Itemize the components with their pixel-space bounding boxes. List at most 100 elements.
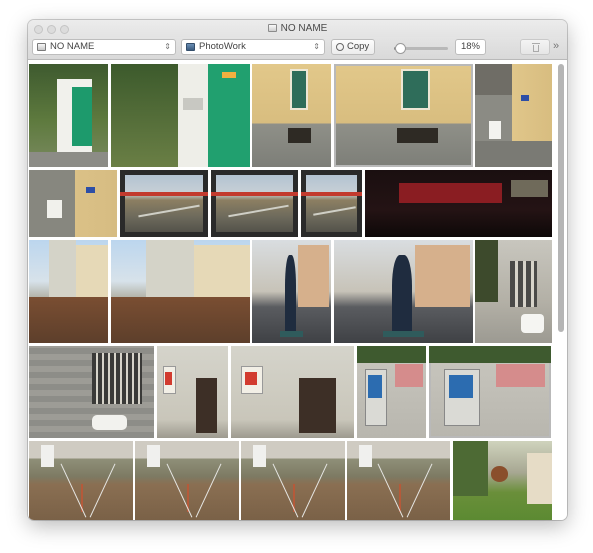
photo-detail — [222, 72, 237, 79]
photo-detail — [301, 192, 362, 197]
photo-detail — [521, 94, 529, 102]
import-to-label: PhotoWork — [199, 41, 246, 52]
photo-thumbnail[interactable] — [475, 64, 552, 167]
photo-detail — [509, 260, 537, 307]
photo-detail — [490, 466, 509, 483]
photo-detail — [76, 245, 108, 297]
photo-detail — [211, 192, 298, 197]
photo-thumbnail[interactable] — [347, 441, 450, 520]
photo-detail — [301, 463, 328, 518]
photo-thumbnail[interactable] — [120, 170, 208, 237]
photo-thumbnail[interactable] — [111, 64, 250, 167]
photo-thumbnail[interactable] — [252, 64, 331, 167]
popup-arrows-icon: ⇕ — [164, 42, 171, 51]
photo-detail — [429, 346, 551, 363]
photo-thumbnail[interactable] — [429, 346, 551, 438]
disk-icon — [267, 24, 277, 32]
photo-thumbnail[interactable] — [29, 64, 108, 167]
photo-detail — [488, 120, 502, 140]
photo-detail — [120, 192, 208, 197]
title-bar[interactable]: NO NAME — [28, 20, 567, 37]
photo-detail — [253, 444, 266, 468]
photo-detail — [89, 463, 116, 518]
window-title: NO NAME — [280, 23, 328, 34]
photo-detail — [29, 151, 108, 167]
delete-button[interactable] — [520, 39, 550, 55]
photo-detail — [72, 86, 93, 147]
photo-detail — [527, 452, 552, 505]
photo-detail — [475, 141, 552, 167]
photo-detail — [396, 127, 439, 144]
vertical-scrollbar[interactable] — [558, 64, 564, 332]
photo-detail — [287, 127, 312, 144]
photo-detail — [521, 314, 545, 333]
photo-thumbnail[interactable] — [29, 441, 133, 520]
import-window: NO NAME NO NAME ⇕ PhotoWork ⇕ Copy 18% » — [28, 20, 567, 520]
photo-thumbnail[interactable] — [365, 170, 552, 237]
photo-detail — [359, 444, 372, 468]
photo-thumbnail[interactable] — [111, 240, 250, 343]
photo-detail — [41, 444, 54, 468]
photo-thumbnail[interactable] — [135, 441, 239, 520]
photo-thumbnail[interactable] — [475, 240, 552, 343]
photo-detail — [510, 180, 549, 197]
photo-detail — [414, 245, 471, 307]
photo-detail — [298, 378, 336, 434]
copy-button[interactable]: Copy — [331, 39, 375, 55]
photo-detail — [196, 378, 218, 434]
photo-detail — [91, 353, 142, 404]
photo-detail — [453, 441, 488, 497]
photo-thumbnail[interactable] — [453, 441, 552, 520]
photo-detail — [496, 364, 545, 388]
photo-detail — [297, 245, 330, 307]
photo-detail — [46, 200, 62, 218]
photo-detail — [86, 186, 95, 194]
photo-detail — [244, 371, 257, 385]
photo-detail — [398, 183, 502, 204]
photo-detail — [195, 463, 222, 518]
statue-figure — [285, 255, 297, 333]
photo-grid[interactable] — [28, 60, 567, 520]
toolbar: NO NAME ⇕ PhotoWork ⇕ Copy 18% » — [28, 37, 567, 60]
import-to-popup[interactable]: PhotoWork ⇕ — [181, 39, 325, 55]
photo-window — [289, 69, 309, 111]
trash-icon — [533, 45, 539, 52]
photo-thumbnail[interactable] — [29, 170, 117, 237]
photo-detail — [29, 296, 108, 343]
photo-thumbnail[interactable] — [334, 64, 473, 167]
photo-thumbnail[interactable] — [301, 170, 362, 237]
photo-thumbnail[interactable] — [241, 441, 345, 520]
photo-detail — [111, 296, 250, 343]
source-device-popup[interactable]: NO NAME ⇕ — [32, 39, 176, 55]
statue-figure — [392, 255, 412, 333]
photo-detail — [406, 463, 433, 518]
photo-detail — [368, 375, 382, 399]
copy-label: Copy — [347, 41, 370, 52]
photo-detail — [211, 170, 298, 237]
photo-thumbnail[interactable] — [231, 346, 354, 438]
popup-arrows-icon: ⇕ — [313, 42, 320, 51]
photo-thumbnail[interactable] — [157, 346, 228, 438]
zoom-slider[interactable] — [394, 43, 448, 54]
photo-thumbnail[interactable] — [211, 170, 298, 237]
zoom-level-field[interactable]: 18% — [455, 39, 486, 55]
photo-thumbnail[interactable] — [252, 240, 331, 343]
source-device-label: NO NAME — [50, 41, 95, 52]
photo-thumbnail[interactable] — [357, 346, 426, 438]
photo-detail — [120, 170, 208, 237]
app-icon — [186, 43, 195, 51]
photo-detail — [382, 330, 425, 337]
toolbar-overflow-icon[interactable]: » — [553, 38, 559, 54]
photo-detail — [394, 364, 423, 388]
photo-detail — [194, 245, 250, 297]
disk-icon — [37, 43, 46, 51]
photo-thumbnail[interactable] — [334, 240, 473, 343]
photo-detail — [279, 330, 304, 337]
photo-detail — [448, 375, 473, 399]
photo-thumbnail[interactable] — [29, 240, 108, 343]
photo-window — [400, 69, 430, 111]
photo-thumbnail[interactable] — [29, 346, 154, 438]
photo-detail — [183, 97, 203, 111]
photo-detail — [475, 64, 512, 95]
photo-detail — [91, 415, 127, 430]
